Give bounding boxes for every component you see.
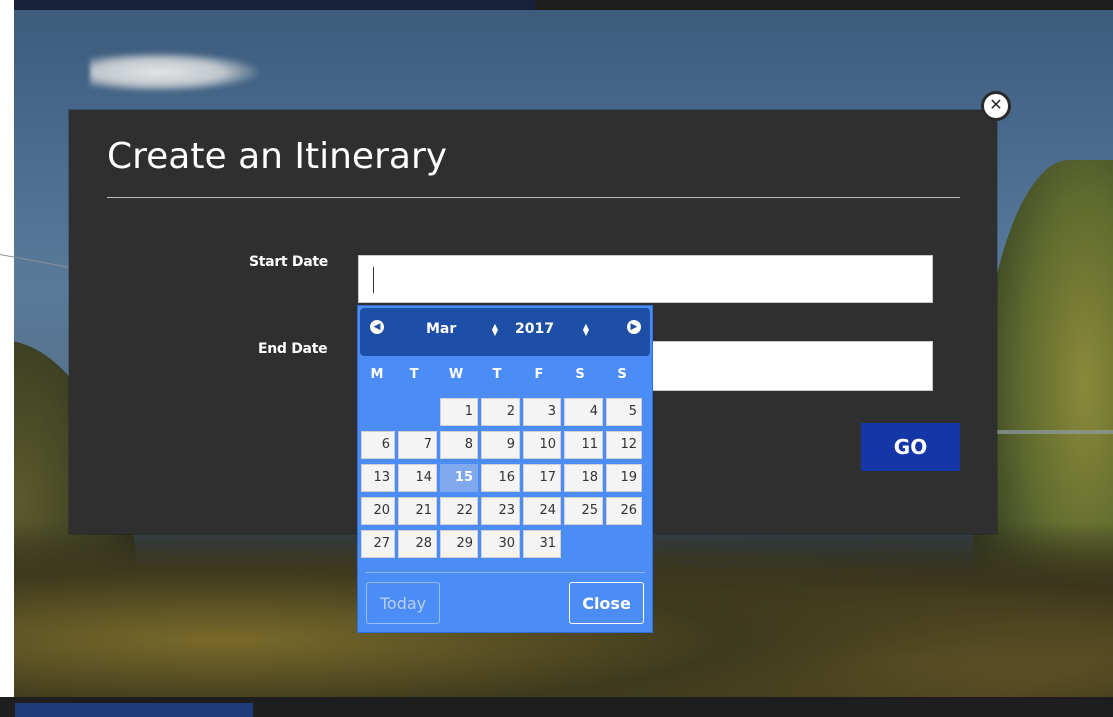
weekday-label: F bbox=[534, 367, 544, 382]
day-cell[interactable]: 24 bbox=[523, 497, 561, 525]
weekday-label: T bbox=[492, 367, 502, 382]
weekday-label: S bbox=[575, 367, 585, 382]
bottom-bar-accent bbox=[15, 703, 253, 717]
day-cell[interactable]: 2 bbox=[481, 398, 520, 426]
bridge bbox=[993, 430, 1113, 474]
text-caret bbox=[373, 267, 374, 293]
dialog-title: Create an Itinerary bbox=[107, 136, 448, 177]
day-cell[interactable]: 10 bbox=[523, 431, 561, 459]
day-cell[interactable]: 4 bbox=[564, 398, 603, 426]
day-cell[interactable]: 7 bbox=[398, 431, 437, 459]
month-select[interactable]: Mar bbox=[426, 321, 456, 337]
day-cell-selected[interactable]: 15 bbox=[440, 464, 478, 492]
day-cell[interactable]: 28 bbox=[398, 530, 437, 558]
day-cell[interactable]: 18 bbox=[564, 464, 603, 492]
start-date-input[interactable] bbox=[358, 255, 933, 303]
chevron-left-icon[interactable]: ◀ bbox=[370, 320, 384, 334]
day-cell[interactable]: 1 bbox=[440, 398, 478, 426]
weekday-label: S bbox=[617, 367, 627, 382]
chevron-right-icon[interactable]: ▶ bbox=[627, 320, 641, 334]
year-select-arrows-icon: ▲ ▼ bbox=[582, 322, 590, 337]
day-cell[interactable]: 16 bbox=[481, 464, 520, 492]
day-cell[interactable]: 17 bbox=[523, 464, 561, 492]
day-cell[interactable]: 21 bbox=[398, 497, 437, 525]
day-cell[interactable]: 25 bbox=[564, 497, 603, 525]
day-cell[interactable]: 5 bbox=[606, 398, 642, 426]
day-cell[interactable]: 23 bbox=[481, 497, 520, 525]
today-button[interactable]: Today bbox=[366, 582, 440, 624]
day-cell[interactable]: 22 bbox=[440, 497, 478, 525]
year-select[interactable]: 2017 bbox=[515, 321, 554, 337]
close-button[interactable]: Close bbox=[569, 582, 644, 624]
weekday-label: T bbox=[409, 367, 419, 382]
day-cell[interactable]: 26 bbox=[606, 497, 642, 525]
title-divider bbox=[107, 197, 960, 198]
day-cell[interactable]: 31 bbox=[523, 530, 561, 558]
day-cell[interactable]: 3 bbox=[523, 398, 561, 426]
close-icon[interactable]: ✕ bbox=[981, 91, 1011, 121]
start-date-label: Start Date bbox=[249, 254, 328, 270]
left-edge bbox=[0, 0, 14, 717]
day-cell[interactable]: 20 bbox=[361, 497, 395, 525]
cloud bbox=[90, 52, 260, 92]
weekday-label: W bbox=[448, 367, 464, 382]
go-button[interactable]: GO bbox=[861, 423, 960, 471]
day-cell[interactable]: 14 bbox=[398, 464, 437, 492]
datepicker-divider bbox=[365, 572, 645, 573]
day-cell[interactable]: 11 bbox=[564, 431, 603, 459]
day-cell[interactable]: 13 bbox=[361, 464, 395, 492]
day-cell[interactable]: 30 bbox=[481, 530, 520, 558]
day-cell[interactable]: 6 bbox=[361, 431, 395, 459]
datepicker-header: ◀ Mar ▲ ▼ 2017 ▲ ▼ ▶ bbox=[360, 308, 650, 356]
top-nav-bar-dark bbox=[535, 0, 1113, 10]
day-cell[interactable]: 12 bbox=[606, 431, 642, 459]
end-date-label: End Date bbox=[258, 341, 328, 357]
day-cell[interactable]: 19 bbox=[606, 464, 642, 492]
day-cell[interactable]: 27 bbox=[361, 530, 395, 558]
datepicker: ◀ Mar ▲ ▼ 2017 ▲ ▼ ▶ MTWTFSS 1 2 3 4 5 6 7 8 9 10 11… bbox=[357, 305, 653, 633]
day-cell[interactable]: 9 bbox=[481, 431, 520, 459]
weekday-label: M bbox=[370, 367, 384, 382]
day-cell[interactable]: 29 bbox=[440, 530, 478, 558]
month-select-arrows-icon: ▲ ▼ bbox=[491, 322, 499, 337]
day-cell[interactable]: 8 bbox=[440, 431, 478, 459]
